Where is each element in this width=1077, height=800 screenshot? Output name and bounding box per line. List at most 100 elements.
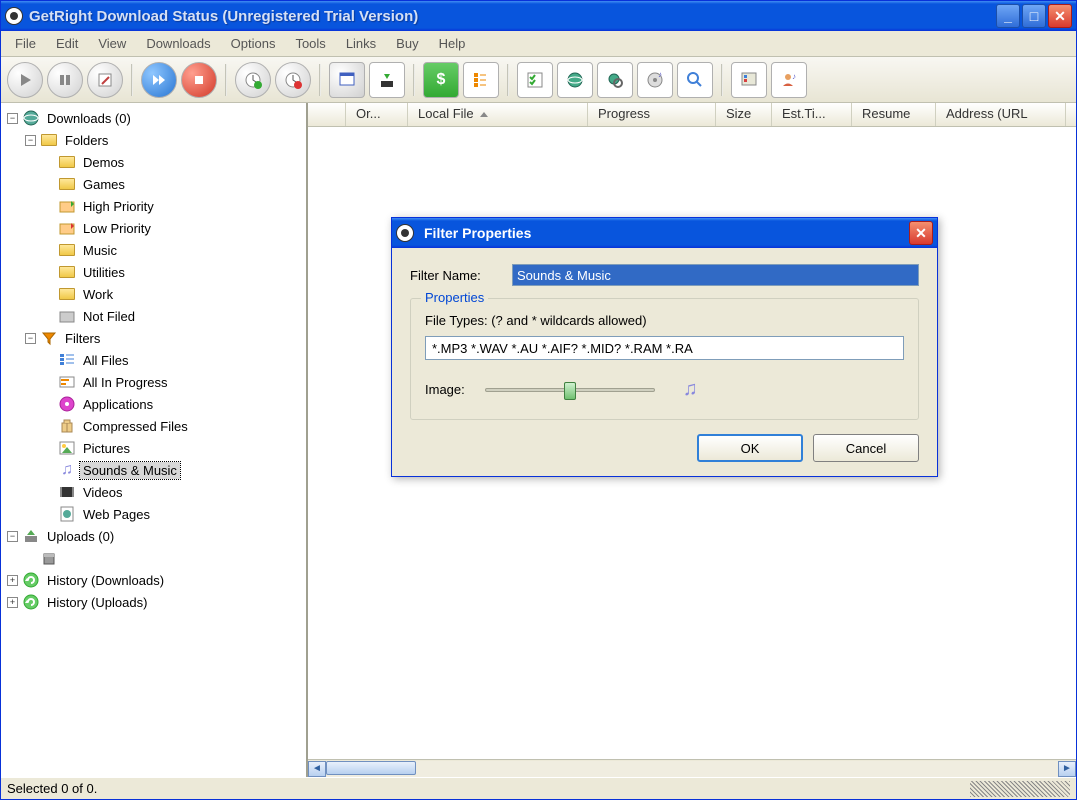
tree-filter-item[interactable]: Videos	[1, 481, 306, 503]
file-types-input[interactable]	[425, 336, 904, 360]
tree-label: Pictures	[80, 440, 133, 457]
schedule-on-button[interactable]	[235, 62, 271, 98]
tree-filter-item[interactable]: Compressed Files	[1, 415, 306, 437]
menu-downloads[interactable]: Downloads	[136, 33, 220, 54]
tree-folder-item[interactable]: Utilities	[1, 261, 306, 283]
filter-item-icon	[58, 440, 76, 456]
tree-label: Games	[80, 176, 128, 193]
tree-filter-item[interactable]: All Files	[1, 349, 306, 371]
image-slider[interactable]	[485, 388, 655, 392]
dialog-close-button[interactable]: ✕	[909, 221, 933, 245]
tree-history-uploads[interactable]: + History (Uploads)	[1, 591, 306, 613]
tree-label: History (Uploads)	[44, 594, 150, 611]
tree-filter-item[interactable]: Applications	[1, 393, 306, 415]
maximize-button[interactable]: □	[1022, 4, 1046, 28]
column-header[interactable]: Local File	[408, 103, 588, 126]
tree-filter-item[interactable]: Web Pages	[1, 503, 306, 525]
ok-button[interactable]: OK	[697, 434, 803, 462]
buy-button[interactable]: $	[423, 62, 459, 98]
tree-folder-item[interactable]: High Priority	[1, 195, 306, 217]
status-grip	[970, 781, 1070, 797]
checklist-button[interactable]	[517, 62, 553, 98]
stop-button[interactable]	[181, 62, 217, 98]
menu-links[interactable]: Links	[336, 33, 386, 54]
menu-view[interactable]: View	[88, 33, 136, 54]
tree-toggle[interactable]: +	[7, 597, 18, 608]
tree-folders[interactable]: − Folders	[1, 129, 306, 151]
pause-button[interactable]	[47, 62, 83, 98]
tree-label: Not Filed	[80, 308, 138, 325]
column-header[interactable]: Resume	[852, 103, 936, 126]
tree-folder-item[interactable]: Low Priority	[1, 217, 306, 239]
close-button[interactable]: ✕	[1048, 4, 1072, 28]
horizontal-scrollbar[interactable]: ◄ ►	[308, 759, 1076, 777]
new-window-button[interactable]	[329, 62, 365, 98]
filter-name-input[interactable]	[512, 264, 919, 286]
user-button[interactable]: ♪	[771, 62, 807, 98]
image-row: Image: ♫	[425, 378, 904, 401]
cancel-button[interactable]: Cancel	[813, 434, 919, 462]
tree-label: Demos	[80, 154, 127, 171]
download-all-button[interactable]	[369, 62, 405, 98]
menu-help[interactable]: Help	[429, 33, 476, 54]
organize-button[interactable]	[463, 62, 499, 98]
menu-edit[interactable]: Edit	[46, 33, 88, 54]
scroll-track[interactable]	[326, 761, 1058, 777]
tree-downloads[interactable]: −Downloads (0)	[1, 107, 306, 129]
properties-button[interactable]	[731, 62, 767, 98]
tree-upload-child[interactable]	[1, 547, 306, 569]
svg-text:♪: ♪	[792, 72, 796, 81]
tree-folder-item[interactable]: Not Filed	[1, 305, 306, 327]
tree-uploads[interactable]: −Uploads (0)	[1, 525, 306, 547]
cd-music-button[interactable]: ♪	[637, 62, 673, 98]
tree-folder-item[interactable]: Music	[1, 239, 306, 261]
play-button[interactable]	[7, 62, 43, 98]
tree-filter-item[interactable]: All In Progress	[1, 371, 306, 393]
tree-toggle[interactable]: −	[7, 531, 18, 542]
column-header[interactable]: Est.Ti...	[772, 103, 852, 126]
column-header[interactable]	[308, 103, 346, 126]
tree-folder-item[interactable]: Demos	[1, 151, 306, 173]
separator	[507, 64, 509, 96]
menu-file[interactable]: File	[5, 33, 46, 54]
tree-filter-item[interactable]: ♫Sounds & Music	[1, 459, 306, 481]
minimize-button[interactable]: _	[996, 4, 1020, 28]
tree-toggle[interactable]: −	[25, 135, 36, 146]
filter-properties-dialog: Filter Properties ✕ Filter Name: Propert…	[391, 217, 938, 477]
tree-toggle[interactable]: −	[25, 333, 36, 344]
column-header[interactable]: Progress	[588, 103, 716, 126]
scroll-left-button[interactable]: ◄	[308, 761, 326, 777]
list-area[interactable]: Filter Properties ✕ Filter Name: Propert…	[308, 127, 1076, 759]
schedule-off-button[interactable]	[275, 62, 311, 98]
search-button[interactable]	[677, 62, 713, 98]
tree-history-downloads[interactable]: +History (Downloads)	[1, 569, 306, 591]
tree-toggle[interactable]: +	[7, 575, 18, 586]
column-header[interactable]: Address (URL	[936, 103, 1066, 126]
tree-filters[interactable]: −Filters	[1, 327, 306, 349]
search-web-button[interactable]	[597, 62, 633, 98]
image-label: Image:	[425, 382, 465, 397]
menu-tools[interactable]: Tools	[285, 33, 335, 54]
separator	[413, 64, 415, 96]
edit-button[interactable]	[87, 62, 123, 98]
browser-button[interactable]	[557, 62, 593, 98]
dialog-icon	[396, 224, 414, 242]
scroll-right-button[interactable]: ►	[1058, 761, 1076, 777]
dialog-buttons: OK Cancel	[410, 434, 919, 462]
tree-label: Folders	[62, 132, 111, 149]
menu-options[interactable]: Options	[221, 33, 286, 54]
tree-label: Work	[80, 286, 116, 303]
separator	[721, 64, 723, 96]
tree-filter-item[interactable]: Pictures	[1, 437, 306, 459]
menu-buy[interactable]: Buy	[386, 33, 428, 54]
tree-panel[interactable]: −Downloads (0)−FoldersDemosGamesHigh Pri…	[1, 103, 307, 777]
tree-folder-item[interactable]: Work	[1, 283, 306, 305]
fast-forward-button[interactable]	[141, 62, 177, 98]
column-header[interactable]: Size	[716, 103, 772, 126]
tree-toggle[interactable]: −	[7, 113, 18, 124]
scroll-thumb[interactable]	[326, 761, 416, 775]
history-icon	[22, 594, 40, 610]
slider-thumb[interactable]	[564, 382, 576, 400]
tree-folder-item[interactable]: Games	[1, 173, 306, 195]
column-header[interactable]: Or...	[346, 103, 408, 126]
